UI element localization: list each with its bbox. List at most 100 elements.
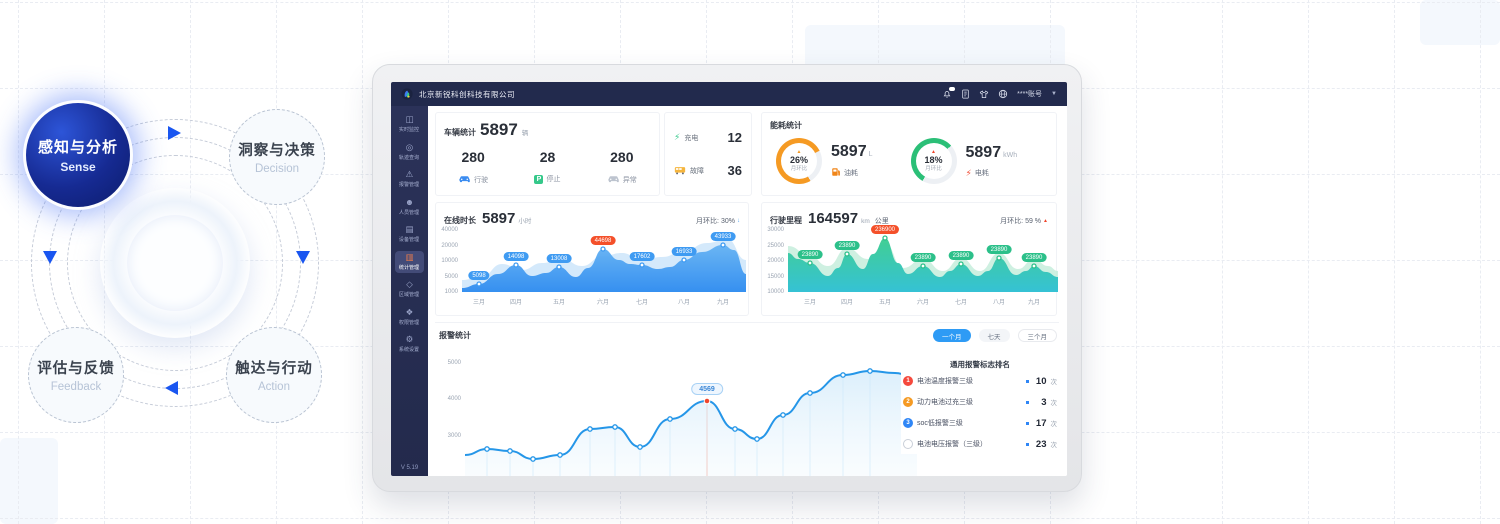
online-unit: 小时 — [518, 215, 531, 225]
x-axis-label: 三月 — [804, 297, 816, 306]
sidebar-item-region[interactable]: ◇区域管理 — [395, 278, 423, 300]
stat-value: 280 — [461, 149, 484, 165]
sidebar-item-device[interactable]: ▤设备管理 — [395, 223, 423, 245]
theme-shirt-icon[interactable] — [979, 90, 989, 99]
sidebar-item-monitor[interactable]: ◫实时监控 — [395, 113, 423, 135]
vehicle-stats-row: 280行驶28P停止280异常 — [436, 149, 659, 185]
card-title: 行驶里程 — [770, 215, 802, 226]
alarm-count: 23 — [1033, 439, 1047, 450]
vehicle-stat-异常: 280异常 — [585, 149, 659, 185]
sidebar-item-users[interactable]: ☻人员管理 — [395, 196, 423, 218]
stat-label-row: 异常 — [607, 174, 637, 185]
globe-icon[interactable] — [998, 89, 1008, 99]
device-icon: ▤ — [405, 225, 413, 234]
lightning-red-icon: ⚡ — [966, 169, 972, 178]
data-point-label: 23890 — [798, 250, 823, 259]
dashboard-screen: 北京新锐科创科技有限公司 ****账号 ▼ ◫实时监 — [391, 82, 1067, 476]
arrow-down-right-icon — [296, 251, 310, 264]
mileage-chart-header: 行驶里程 164597 km 公里 月环比: 59 % ▲ — [762, 203, 1056, 227]
count-marker — [1026, 443, 1029, 446]
gauge-value: 5897kWh — [966, 144, 1018, 162]
online-mom: 月环比: 30% ↓ — [696, 216, 740, 226]
region-icon: ◇ — [406, 280, 413, 289]
range-button-1[interactable]: 七天 — [979, 329, 1010, 342]
online-total: 5897 — [482, 210, 515, 227]
device-frame: 北京新锐科创科技有限公司 ****账号 ▼ ◫实时监 — [372, 64, 1082, 492]
y-axis-label: 40000 — [436, 227, 458, 233]
sidebar-item-label: 报警管理 — [399, 180, 419, 187]
titlebar-actions: ****账号 ▼ — [942, 89, 1057, 99]
gauge-text: 5897L油耗 — [831, 143, 873, 179]
diagram-node-action: 触达与行动 Action — [226, 327, 322, 423]
gauge-text: 5897kWh⚡电耗 — [966, 144, 1018, 178]
diagram-node-decision: 洞察与决策 Decision — [229, 109, 325, 205]
stat-label: 行驶 — [474, 175, 488, 185]
sidebar-item-label: 统计管理 — [399, 263, 419, 270]
bell-icon[interactable] — [942, 89, 952, 99]
arrow-down-left-icon — [43, 251, 57, 264]
range-button-0[interactable]: 一个月 — [933, 329, 971, 342]
data-point-label: 23890 — [987, 245, 1012, 254]
alarm-plot: 5000400030004569 — [439, 349, 921, 476]
y-axis-label: 3000 — [439, 433, 461, 439]
mileage-mom: 月环比: 59 % ▲ — [1000, 216, 1048, 226]
alarm-name: 动力电池过充三级 — [917, 397, 1022, 407]
charge-fault-card: ⚡充电12故障36 — [664, 112, 752, 196]
permission-icon: ❖ — [406, 308, 414, 317]
x-axis-label: 六月 — [597, 297, 609, 306]
card-title: 能耗统计 — [770, 120, 802, 131]
center-circle — [127, 215, 223, 311]
sidebar-item-settings[interactable]: ⚙系统设置 — [395, 333, 423, 355]
route-icon: ◎ — [406, 143, 413, 152]
sidebar-items: ◫实时监控 ◎轨迹查询 ⚠报警管理 ☻人员管理 ▤设备管理 ▥统计管理 ◇区域管理 ❖权限管理… — [395, 113, 423, 361]
chevron-down-icon[interactable]: ▼ — [1051, 91, 1057, 97]
gauge-unit: L — [869, 151, 873, 158]
diagram-node-sense: 感知与分析 Sense — [26, 103, 130, 207]
data-point-label: 23890 — [911, 253, 936, 262]
data-point-label: 17602 — [630, 252, 655, 261]
sidebar-item-bell[interactable]: ⚠报警管理 — [395, 168, 423, 190]
account-name[interactable]: ****账号 — [1017, 89, 1042, 99]
sidebar-item-label: 区域管理 — [399, 290, 419, 297]
x-axis-label: 七月 — [955, 297, 967, 306]
alarm-count: 3 — [1033, 397, 1047, 408]
x-axis-label: 四月 — [841, 297, 853, 306]
y-axis-label: 30000 — [762, 227, 784, 233]
gauge-ring: ▲26%月环比 — [776, 138, 822, 184]
x-axis-label: 五月 — [553, 297, 565, 306]
mom-label: 月环比: — [1000, 216, 1023, 226]
data-point-label: 23890 — [835, 241, 860, 250]
alarm-line-chart — [465, 349, 917, 476]
sidebar-item-route[interactable]: ◎轨迹查询 — [395, 141, 423, 163]
bell-icon: ⚠ — [406, 170, 414, 179]
online-chart-card: 在线时长 5897 小时 月环比: 30% ↓ 5098140981300844… — [435, 202, 749, 316]
sidebar-item-stats[interactable]: ▥统计管理 — [395, 251, 423, 273]
gauge-percent: 26% — [790, 156, 808, 165]
gauge-ring: ▲18%月环比 — [911, 138, 957, 184]
x-axis-label: 五月 — [879, 297, 891, 306]
data-point-label: 236900 — [871, 225, 899, 234]
sidebar-item-label: 权限管理 — [399, 318, 419, 325]
grid-line-horizontal — [0, 518, 1500, 519]
data-point-label: 13008 — [547, 254, 572, 263]
document-icon[interactable] — [961, 89, 970, 99]
data-point-label: 14098 — [504, 252, 529, 261]
range-button-2[interactable]: 三个月 — [1018, 329, 1058, 342]
gauge-inner: ▲26%月环比 — [781, 143, 817, 179]
charge-fault-row-充电: ⚡充电12 — [665, 121, 751, 154]
gauge-inner: ▲18%月环比 — [916, 143, 952, 179]
grid-line-vertical — [1480, 0, 1481, 524]
sidebar-item-permission[interactable]: ❖权限管理 — [395, 306, 423, 328]
y-axis-label: 10000 — [762, 289, 784, 295]
count-unit: 次 — [1051, 439, 1058, 449]
count-marker — [1026, 422, 1029, 425]
monitor-icon: ◫ — [405, 115, 413, 124]
y-axis-label: 4000 — [439, 396, 461, 402]
card-title: 车辆统计 — [444, 127, 476, 138]
rank-badge: 3 — [903, 418, 913, 428]
fuel-pump-icon — [831, 167, 841, 179]
lightning-green-icon: ⚡ — [674, 133, 680, 142]
charge-fault-row-故障: 故障36 — [665, 154, 751, 187]
alarm-name: 电池温度报警三级 — [917, 376, 1022, 386]
arrow-up-icon: ▲ — [1043, 218, 1048, 224]
